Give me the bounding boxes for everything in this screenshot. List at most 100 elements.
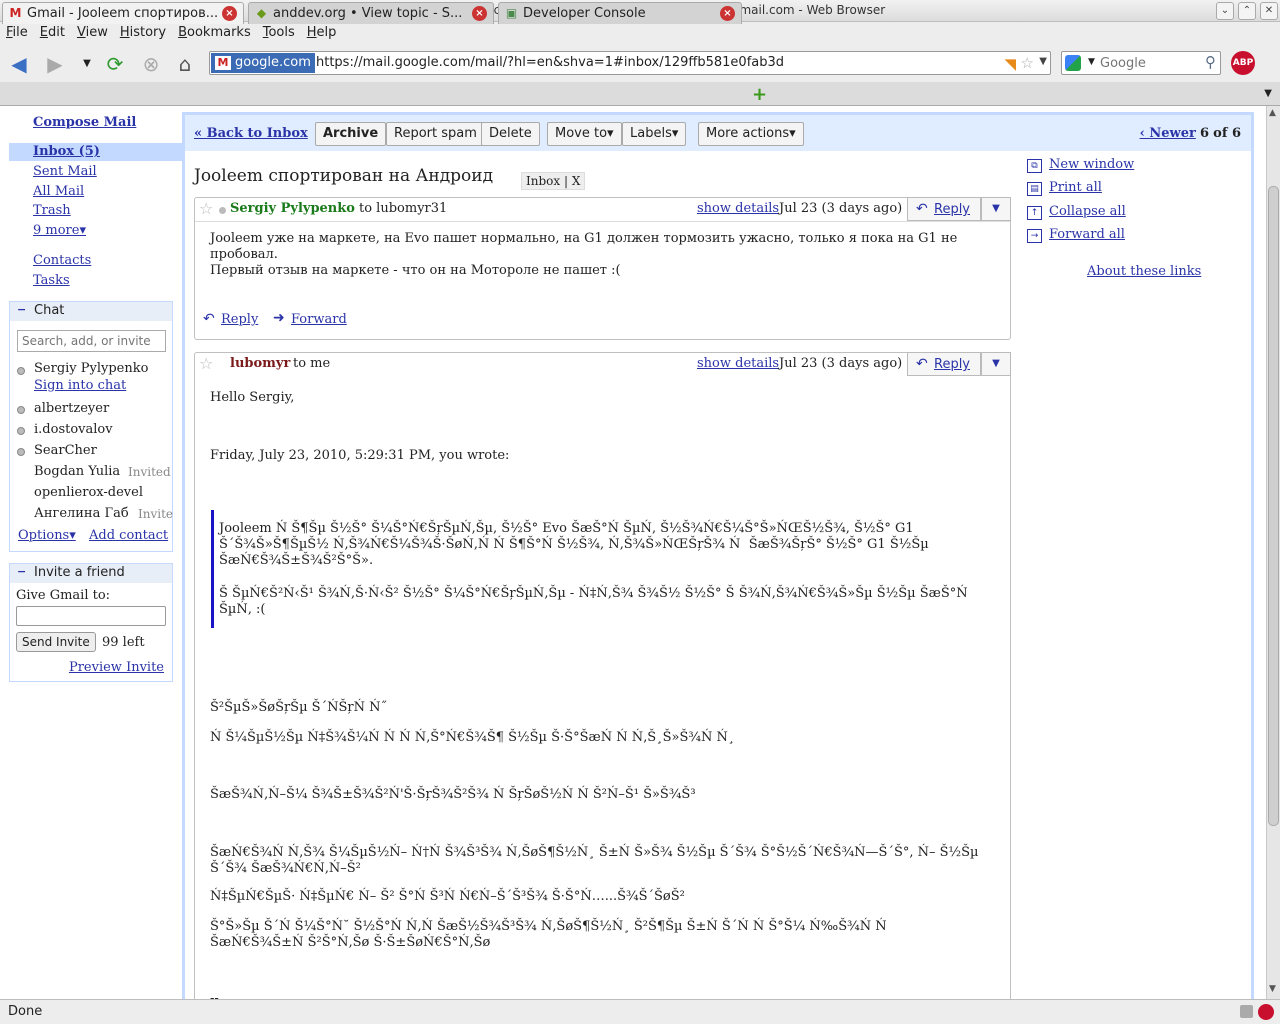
menu-edit[interactable]: Edit — [34, 22, 71, 44]
forward-arrow-icon[interactable]: ▶ — [42, 52, 68, 76]
footer-forward-link[interactable]: Forward — [291, 312, 347, 327]
invite-email-input[interactable] — [16, 606, 166, 626]
rss-feed-icon[interactable]: ◥ — [1004, 55, 1016, 73]
invite-header[interactable]: − Invite a friend — [10, 564, 172, 583]
all-tabs-dropdown-icon[interactable]: ▼ — [1264, 88, 1272, 99]
move-to-button[interactable]: Move to▾ — [547, 122, 622, 146]
scrollbar-thumb[interactable] — [1268, 186, 1279, 826]
print-all-link[interactable]: Print all — [1049, 180, 1102, 195]
close-tab-icon[interactable]: × — [472, 6, 487, 21]
star-icon[interactable]: ☆ — [199, 354, 213, 373]
chat-contact[interactable]: openlierox-devel — [34, 485, 143, 500]
quoted-text: Jooleem Ń Š¶Šµ Š½Š° Š¼Š°Ń€ŠŗŠµŃ‚Šµ, Š½Š°… — [211, 510, 986, 628]
stop-icon[interactable]: ⊗ — [138, 52, 164, 76]
chat-search-input[interactable] — [17, 330, 166, 352]
status-text: Done — [8, 1004, 43, 1019]
chat-contact[interactable]: i.dostovalov — [34, 422, 113, 437]
about-these-links[interactable]: About these links — [1087, 264, 1201, 279]
message-options-dropdown-icon[interactable]: ▼ — [981, 352, 1011, 376]
menu-file[interactable]: File — [0, 22, 34, 44]
maximize-icon[interactable]: ⌃ — [1238, 2, 1256, 20]
sign-into-chat-link[interactable]: Sign into chat — [34, 378, 126, 393]
show-details-link[interactable]: show details — [697, 356, 779, 371]
reload-icon[interactable]: ⟳ — [102, 52, 128, 76]
chat-contact[interactable]: Ангелина Габ — [34, 506, 129, 521]
page-scrollbar[interactable]: ▲ ▼ — [1266, 106, 1280, 999]
menu-tools[interactable]: Tools — [257, 22, 301, 44]
more-actions-button[interactable]: More actions▾ — [698, 122, 804, 146]
scroll-down-icon[interactable]: ▼ — [1269, 984, 1276, 994]
search-engine-icon[interactable] — [1065, 55, 1081, 71]
show-details-link[interactable]: show details — [697, 201, 779, 216]
total-count: of 6 — [1213, 126, 1241, 141]
new-window-link[interactable]: New window — [1049, 157, 1134, 172]
labels-button[interactable]: Labels▾ — [622, 122, 687, 146]
invited-status: Invite — [138, 507, 174, 521]
search-magnifier-icon[interactable]: ⚲ — [1205, 53, 1216, 71]
message-header[interactable]: ☆ lubomyr to me show details Jul 23 (3 d… — [195, 352, 1011, 377]
sender-name[interactable]: lubomyr — [230, 356, 290, 371]
chat-options-link[interactable]: Options▾ — [18, 528, 76, 543]
collapse-icon[interactable]: − — [17, 566, 27, 577]
close-tab-icon[interactable]: × — [222, 6, 237, 21]
url-text[interactable]: https://mail.google.com/mail/?hl=en&shva… — [316, 52, 784, 74]
message-options-dropdown-icon[interactable]: ▼ — [981, 197, 1011, 221]
search-engine-dropdown-icon[interactable]: ▼ — [1088, 57, 1095, 67]
reply-button[interactable]: ↶ Reply — [907, 352, 981, 376]
message-header[interactable]: ☆ Sergiy Pylypenko to lubomyr31 show det… — [195, 197, 1011, 222]
body-paragraph: ŠæŠ¾Ń‚Ń–Š¼ Š¾Š±Š¾Š²Ń'Š·ŠŗŠ¾Š²Š¾ Ń ŠŗŠøŠ½… — [210, 787, 696, 802]
chat-contact[interactable]: SearCher — [34, 443, 97, 458]
site-identity-button[interactable]: Mgoogle.com — [211, 53, 315, 73]
tab-anddev[interactable]: ◆ anddev.org • View topic - S... × — [248, 2, 494, 24]
close-tab-icon[interactable]: × — [720, 6, 735, 21]
menu-help[interactable]: Help — [301, 22, 343, 44]
sidebar-item-more[interactable]: 9 more▾ — [33, 223, 86, 238]
newer-link[interactable]: ‹ Newer — [1140, 126, 1196, 141]
close-window-icon[interactable]: ✕ — [1260, 2, 1278, 20]
tab-gmail[interactable]: M Gmail - Jooleem спортиров... × — [2, 2, 244, 24]
new-tab-icon[interactable]: + — [752, 84, 767, 105]
chat-contact[interactable]: Bogdan Yulia — [34, 464, 120, 479]
sidebar-item-sent-mail[interactable]: Sent Mail — [33, 164, 97, 179]
back-arrow-icon[interactable]: ◀ — [6, 52, 32, 76]
address-bar[interactable]: Mgoogle.com https://mail.google.com/mail… — [209, 51, 1051, 75]
tab-developer-console[interactable]: ▣ Developer Console × — [498, 2, 742, 24]
star-icon[interactable]: ☆ — [199, 199, 213, 218]
compose-mail-link[interactable]: Compose Mail — [33, 115, 136, 130]
minimize-icon[interactable]: ⌄ — [1216, 2, 1234, 20]
sidebar-item-contacts[interactable]: Contacts — [33, 253, 91, 268]
footer-reply-link[interactable]: Reply — [221, 312, 258, 327]
collapse-all-link[interactable]: Collapse all — [1049, 204, 1126, 219]
sender-name[interactable]: Sergiy Pylypenko — [230, 201, 355, 216]
bookmark-star-icon[interactable]: ☆ — [1021, 54, 1034, 72]
archive-button[interactable]: Archive — [315, 122, 387, 146]
adblock-plus-icon[interactable]: ABP — [1231, 51, 1255, 75]
sidebar-item-all-mail[interactable]: All Mail — [33, 184, 84, 199]
menu-history[interactable]: History — [114, 22, 172, 44]
security-lock-icon[interactable] — [1240, 1005, 1253, 1018]
report-spam-button[interactable]: Report spam — [386, 122, 485, 146]
status-icon — [17, 367, 25, 375]
collapse-icon[interactable]: − — [17, 304, 27, 315]
menu-bookmarks[interactable]: Bookmarks — [172, 22, 257, 44]
url-dropdown-icon[interactable]: ▼ — [1039, 56, 1047, 67]
send-invite-button[interactable]: Send Invite — [16, 632, 96, 652]
sidebar-item-inbox[interactable]: Inbox (5) — [9, 143, 182, 161]
sidebar-item-trash[interactable]: Trash — [33, 203, 71, 218]
history-dropdown-icon[interactable]: ▼ — [74, 52, 100, 76]
home-icon[interactable]: ⌂ — [172, 52, 198, 76]
remove-label-button[interactable]: X — [572, 174, 581, 188]
preview-invite-link[interactable]: Preview Invite — [69, 660, 164, 675]
back-to-inbox-link[interactable]: « Back to Inbox — [194, 126, 308, 141]
search-input[interactable] — [1100, 54, 1200, 72]
reply-button[interactable]: ↶ Reply — [907, 197, 981, 221]
delete-button[interactable]: Delete — [481, 122, 540, 146]
add-contact-link[interactable]: Add contact — [89, 528, 168, 543]
chat-contact[interactable]: albertzeyer — [34, 401, 109, 416]
scroll-up-icon[interactable]: ▲ — [1269, 108, 1276, 118]
menu-view[interactable]: View — [71, 22, 114, 44]
adblock-status-icon[interactable] — [1258, 1004, 1274, 1020]
sidebar-item-tasks[interactable]: Tasks — [33, 273, 70, 288]
forward-all-link[interactable]: Forward all — [1049, 227, 1125, 242]
chat-header[interactable]: − Chat — [10, 302, 172, 321]
